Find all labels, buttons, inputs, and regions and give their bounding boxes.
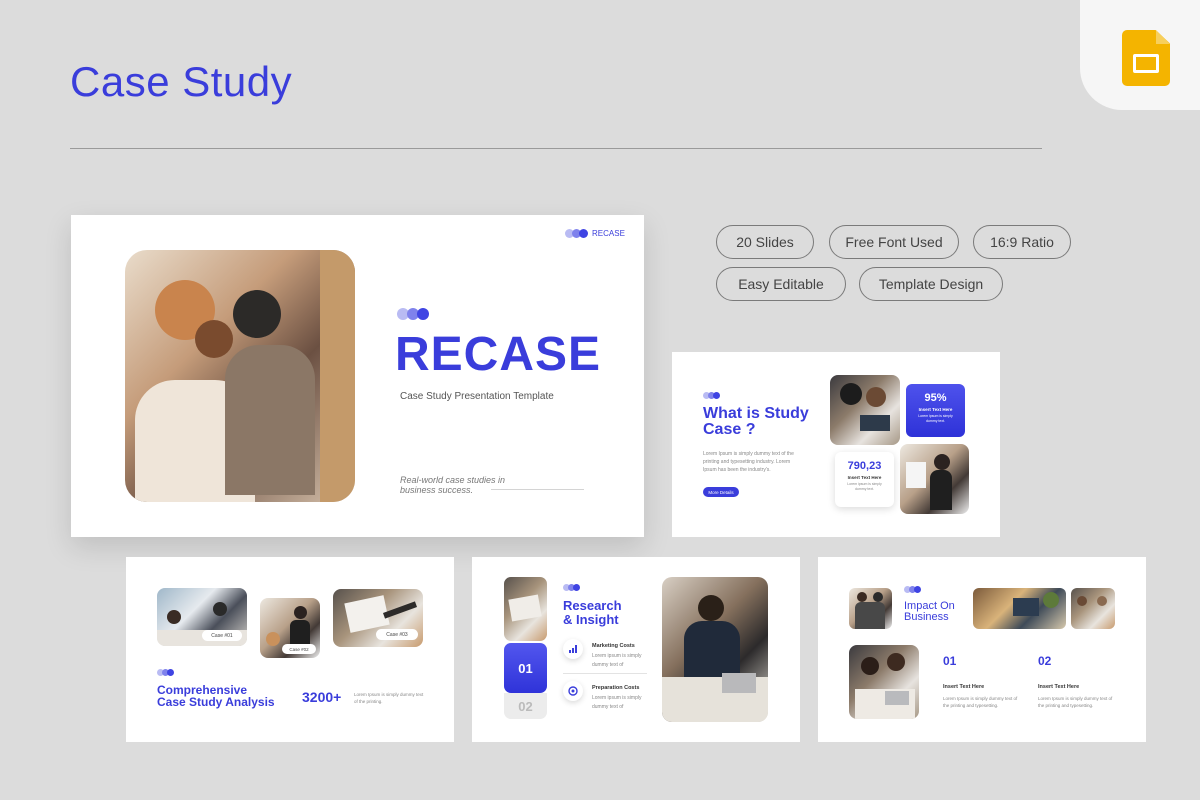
badge-template: Template Design — [859, 267, 1003, 301]
google-slides-slide-glyph — [1133, 54, 1159, 73]
slide4-dots — [563, 584, 580, 591]
badge-ratio: 16:9 Ratio — [973, 225, 1071, 259]
slide5-photo-2 — [973, 588, 1066, 629]
slide4-num2: 02 — [504, 693, 547, 719]
slide-subtitle: Case Study Presentation Template — [400, 391, 554, 402]
slide2-photo-1 — [830, 375, 900, 445]
item2-desc: Lorem ipsum is simply dummy text of — [592, 695, 642, 710]
item1-title: Marketing Costs — [592, 643, 635, 649]
stat1-value: 95% — [924, 392, 947, 404]
slide2-photo-2 — [900, 444, 969, 514]
slide5-label2: Insert Text Here — [1038, 684, 1080, 690]
slide3-dots — [157, 669, 174, 676]
target-icon — [563, 681, 583, 701]
slide2-body: Lorem Ipsum is simply dummy text of the … — [703, 451, 794, 473]
stat2-label: Insert Text Here — [847, 475, 882, 480]
slide-case-study-analysis: Case #01 Case #02 Case #03 Comprehensive… — [126, 557, 454, 742]
logo-dots — [565, 229, 588, 238]
slide5-photo-4 — [849, 645, 919, 719]
case3-label: Case #03 — [376, 629, 418, 640]
slide4-side-photo — [504, 577, 547, 641]
slide-heading: RECASE — [395, 328, 602, 381]
slide-research-insight: 01 02 Research & Insight Marketing Costs… — [472, 557, 800, 742]
slide4-divider — [563, 673, 647, 674]
tagline-rule — [491, 489, 584, 490]
item1-desc: Lorem ipsum is simply dummy text of — [592, 653, 642, 668]
slide5-num2: 02 — [1038, 654, 1052, 668]
slide3-desc: Lorem Ipsum is simply dummy text of the … — [354, 692, 424, 704]
stat1-label: Insert Text Here — [918, 407, 953, 412]
slide4-num1: 01 — [504, 643, 547, 693]
case2-label: Case #02 — [282, 644, 316, 654]
slide4-heading-line1: Research — [563, 598, 622, 613]
badge-editable: Easy Editable — [716, 267, 846, 301]
more-details-button[interactable]: More Details — [703, 487, 739, 497]
tagline-line1: Real-world case studies in — [400, 475, 506, 485]
stat-card-2: 790,23 Insert Text Here Lorem ipsum is s… — [835, 452, 894, 507]
slide3-heading-line2: Case Study Analysis — [157, 695, 275, 709]
slide5-photo-1 — [849, 588, 892, 629]
item2-title: Preparation Costs — [592, 685, 640, 691]
stat2-value: 790,23 — [847, 460, 882, 472]
slide5-photo-3 — [1071, 588, 1115, 629]
slide-what-is-study-case: What is Study Case ? Lorem Ipsum is simp… — [672, 352, 1000, 537]
badge-slides: 20 Slides — [716, 225, 814, 259]
team-photo — [125, 250, 355, 502]
slide4-heading-line2: & Insight — [563, 612, 619, 627]
stat2-desc: Lorem ipsum is simply dummy text. — [847, 482, 882, 491]
slide5-dots — [904, 586, 921, 593]
stat1-desc: Lorem ipsum is simply dummy text. — [918, 414, 953, 423]
heading-dots — [397, 308, 429, 320]
slide4-meeting-photo — [662, 577, 768, 722]
main-slide: RECASE RECASE Case Study Presentation Te… — [71, 215, 644, 537]
page-title: Case Study — [70, 58, 293, 105]
badge-font: Free Font Used — [829, 225, 959, 259]
logo-text: RECASE — [592, 229, 625, 238]
slide2-heading-line2: Case ? — [703, 421, 756, 438]
slide5-heading-line2: Business — [904, 611, 949, 623]
slide5-label1: Insert Text Here — [943, 684, 985, 690]
slide-impact-business: Impact On Business 01 02 Insert Text Her… — [818, 557, 1146, 742]
case1-label: Case #01 — [202, 630, 242, 641]
divider — [70, 148, 1042, 149]
chart-icon — [563, 639, 583, 659]
tagline-line2: business success. — [400, 485, 474, 495]
slide5-desc2: Lorem Ipsum is simply dummy text of the … — [1038, 696, 1113, 708]
stat-card-1: 95% Insert Text Here Lorem ipsum is simp… — [906, 384, 965, 437]
slide2-dots — [703, 392, 720, 399]
slide3-stat: 3200+ — [302, 689, 342, 705]
slide5-num1: 01 — [943, 654, 957, 668]
slide5-desc1: Lorem Ipsum is simply dummy text of the … — [943, 696, 1018, 708]
